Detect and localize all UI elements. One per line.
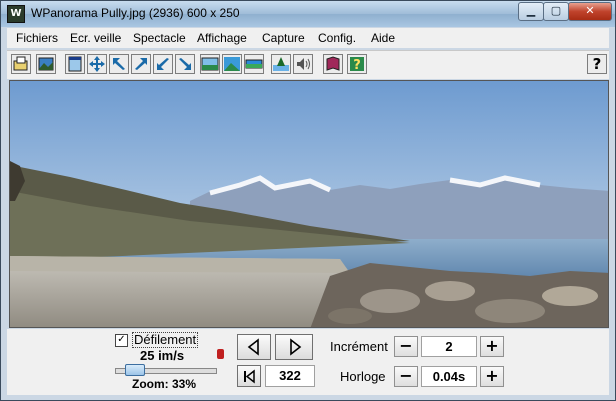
tree-button[interactable] (271, 54, 291, 74)
book-icon (326, 56, 340, 71)
scroll-label[interactable]: Défilement (132, 332, 199, 348)
info-help-icon: ? (350, 57, 364, 73)
menu-capture[interactable]: Capture (262, 31, 305, 45)
landscape-button[interactable] (222, 54, 242, 74)
app-icon: W (7, 5, 25, 23)
screen-icon (245, 59, 263, 69)
menu-fichiers[interactable]: Fichiers (16, 31, 58, 45)
skip-start-icon (244, 369, 255, 384)
zoom-label: Zoom: 33% (132, 377, 197, 391)
clock-label: Horloge (340, 369, 386, 384)
move-icon (89, 56, 105, 72)
window-icon (68, 56, 82, 72)
menu-affichage[interactable]: Affichage (197, 31, 247, 45)
landscape-frame-button[interactable] (200, 54, 220, 74)
speaker-button[interactable] (293, 54, 313, 74)
increment-label: Incrément (330, 339, 388, 354)
panorama-image[interactable] (9, 80, 609, 328)
prev-button[interactable] (237, 334, 271, 360)
landscape-frame-icon (201, 57, 219, 71)
increment-plus-button[interactable]: + (480, 336, 504, 357)
next-button[interactable] (275, 334, 313, 360)
title-bar[interactable]: W WPanorama Pully.jpg (2936) 600 x 250 ▁… (1, 1, 615, 27)
arrow-up-left-button[interactable] (109, 54, 129, 74)
clock-plus-button[interactable]: + (480, 366, 504, 387)
menu-spectacle[interactable]: Spectacle (133, 31, 186, 45)
info-help-button[interactable]: ? (347, 54, 367, 74)
close-button[interactable]: ✕ (568, 2, 612, 21)
screen-button[interactable] (244, 54, 264, 74)
triangle-left-icon (247, 338, 259, 356)
tree-icon (273, 57, 289, 71)
arrow-up-right-button[interactable] (131, 54, 151, 74)
speed-value: 25 im/s (140, 348, 185, 363)
image-button[interactable] (36, 54, 56, 74)
book-button[interactable] (323, 54, 343, 74)
arrow-up-right-icon (135, 58, 147, 70)
window-title: WPanorama Pully.jpg (2936) 600 x 250 (31, 6, 240, 20)
arrow-down-left-icon (157, 58, 169, 70)
toolbar: ? ? (7, 50, 609, 79)
open-file-icon (13, 56, 28, 71)
menu-bar: Fichiers Ecr. veille Spectacle Affichage… (7, 28, 609, 48)
arrow-up-left-icon (113, 58, 125, 70)
zoom-slider-thumb[interactable] (125, 364, 145, 376)
scroll-checkbox[interactable]: ✓ (115, 334, 128, 347)
control-panel: ✓ Défilement 25 im/s Zoom: 33% 322 Incré… (7, 329, 609, 395)
speaker-icon (297, 58, 310, 70)
position-value: 322 (265, 365, 315, 387)
arrow-down-right-icon (179, 58, 191, 70)
increment-value[interactable]: 2 (421, 336, 477, 357)
app-window: W WPanorama Pully.jpg (2936) 600 x 250 ▁… (0, 0, 616, 401)
speed-indicator-icon (217, 349, 224, 359)
minimize-button[interactable]: ▁ (518, 2, 544, 21)
menu-config[interactable]: Config. (318, 31, 356, 45)
panorama-landscape-image (10, 81, 608, 327)
image-icon (38, 57, 54, 71)
open-file-button[interactable] (11, 54, 31, 74)
go-to-start-button[interactable] (237, 365, 261, 387)
clock-minus-button[interactable]: − (394, 366, 418, 387)
clock-value[interactable]: 0.04s (421, 366, 477, 387)
move-button[interactable] (87, 54, 107, 74)
arrow-down-right-button[interactable] (175, 54, 195, 74)
landscape-icon (224, 57, 240, 71)
menu-ecr-veille[interactable]: Ecr. veille (70, 31, 121, 45)
help-button[interactable]: ? (587, 54, 607, 74)
triangle-right-icon (290, 338, 302, 356)
increment-minus-button[interactable]: − (394, 336, 418, 357)
menu-aide[interactable]: Aide (371, 31, 395, 45)
svg-text:?: ? (353, 58, 361, 73)
window-button[interactable] (65, 54, 85, 74)
arrow-down-left-button[interactable] (153, 54, 173, 74)
maximize-button[interactable]: ▢ (543, 2, 569, 21)
